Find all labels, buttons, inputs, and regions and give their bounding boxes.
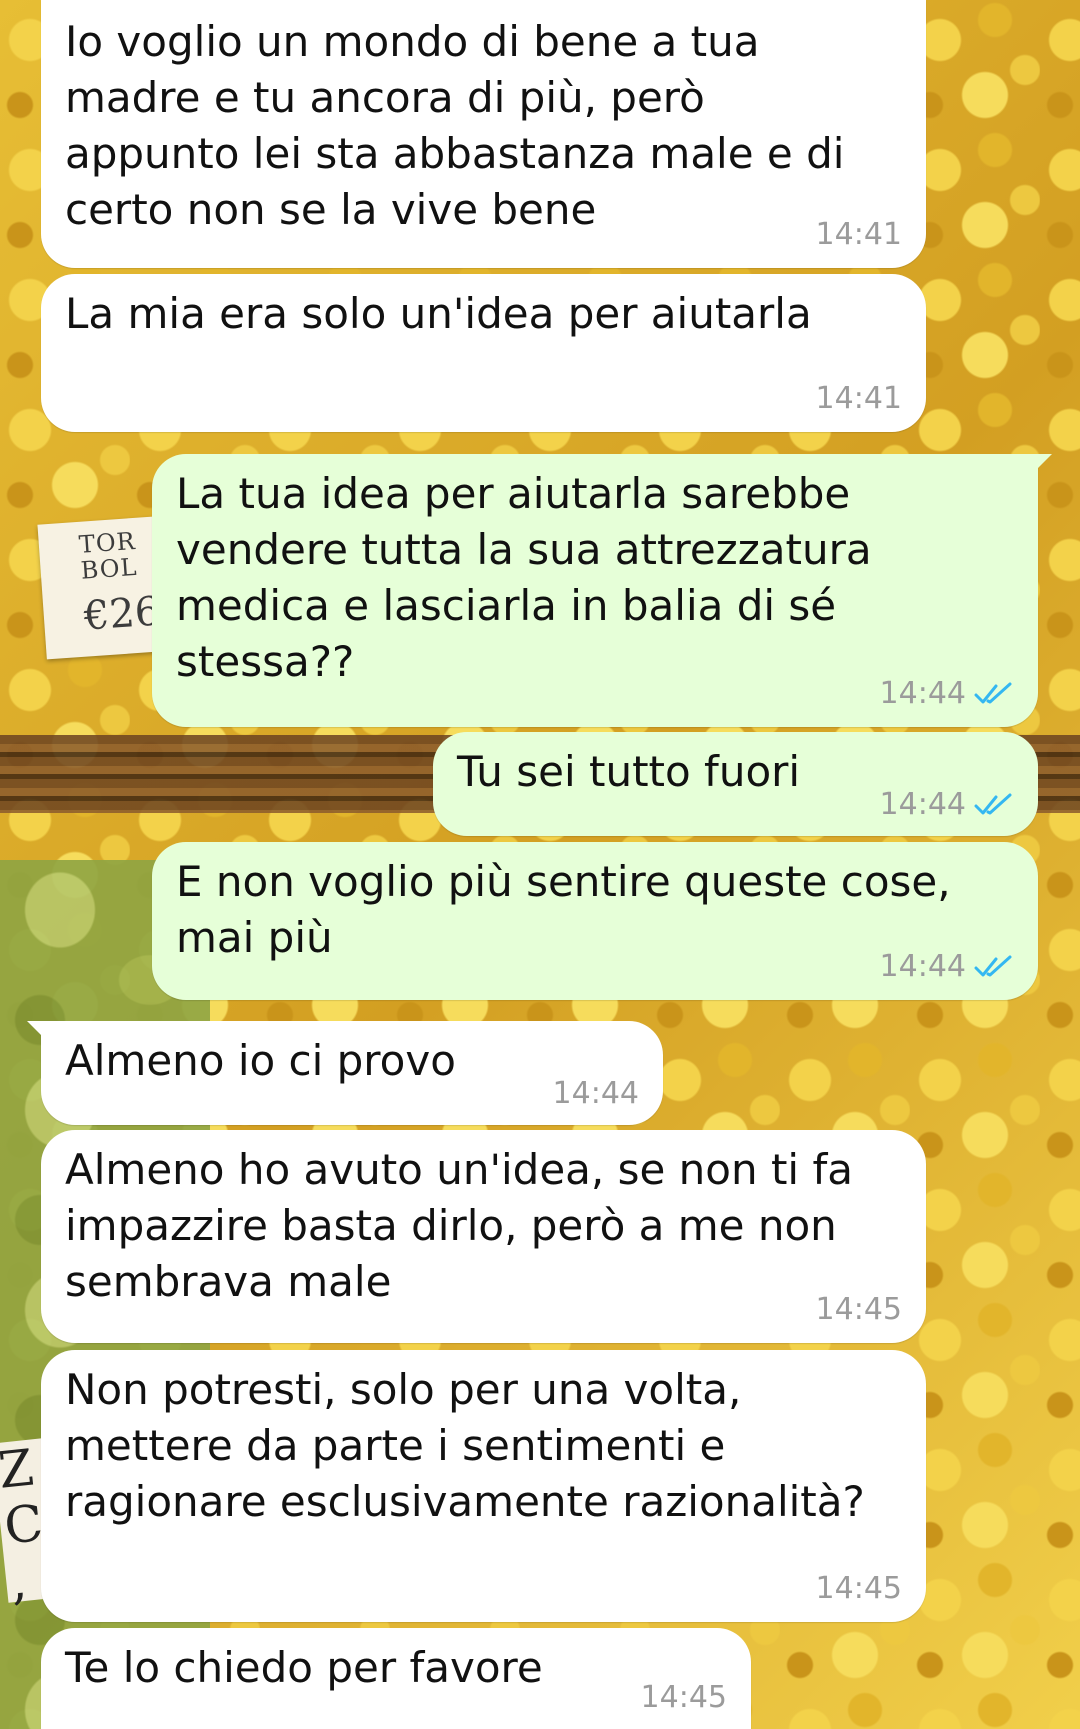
message-meta: 14:41 bbox=[816, 382, 902, 416]
message-text: Almeno ho avuto un'idea, se non ti fa im… bbox=[65, 1145, 853, 1306]
outgoing-message[interactable]: Tu sei tutto fuori 14:44 bbox=[433, 732, 1038, 836]
message-thread[interactable]: Io voglio un mondo di bene a tua madre e… bbox=[0, 0, 1080, 1729]
message-meta: 14:45 bbox=[816, 1572, 902, 1606]
message-time: 14:45 bbox=[815, 1292, 902, 1327]
message-text: Non potresti, solo per una volta, metter… bbox=[65, 1365, 865, 1526]
incoming-message[interactable]: Io voglio un mondo di bene a tua madre e… bbox=[41, 0, 926, 268]
message-meta: 14:41 bbox=[816, 218, 902, 252]
read-ticks-icon bbox=[974, 793, 1012, 815]
incoming-message[interactable]: Te lo chiedo per favore 14:45 bbox=[41, 1628, 751, 1729]
incoming-message[interactable]: Almeno io ci provo 14:44 bbox=[27, 1021, 663, 1125]
message-time: 14:45 bbox=[815, 1571, 902, 1606]
message-text: La tua idea per aiutarla sarebbe vendere… bbox=[176, 469, 872, 686]
message-time: 14:44 bbox=[879, 676, 966, 711]
read-ticks-icon bbox=[974, 682, 1012, 704]
message-meta: 14:45 bbox=[816, 1293, 902, 1327]
message-text: Io voglio un mondo di bene a tua madre e… bbox=[65, 17, 845, 234]
message-meta: 14:44 bbox=[880, 950, 1014, 984]
message-time: 14:41 bbox=[815, 217, 902, 252]
message-time: 14:44 bbox=[879, 949, 966, 984]
read-ticks-icon bbox=[974, 955, 1012, 977]
outgoing-message[interactable]: E non voglio più sentire queste cose, ma… bbox=[152, 842, 1038, 1000]
message-time: 14:44 bbox=[552, 1076, 639, 1111]
message-text: La mia era solo un'idea per aiutarla bbox=[65, 289, 812, 338]
outgoing-message[interactable]: La tua idea per aiutarla sarebbe vendere… bbox=[152, 454, 1052, 727]
message-text: Te lo chiedo per favore bbox=[65, 1643, 543, 1692]
message-meta: 14:44 bbox=[553, 1077, 639, 1111]
message-meta: 14:45 bbox=[641, 1681, 727, 1715]
message-time: 14:45 bbox=[640, 1680, 727, 1715]
message-meta: 14:44 bbox=[880, 788, 1014, 822]
message-meta: 14:44 bbox=[880, 677, 1014, 711]
incoming-message[interactable]: Non potresti, solo per una volta, metter… bbox=[41, 1350, 926, 1622]
incoming-message[interactable]: Almeno ho avuto un'idea, se non ti fa im… bbox=[41, 1130, 926, 1343]
message-time: 14:41 bbox=[815, 381, 902, 416]
message-time: 14:44 bbox=[879, 787, 966, 822]
incoming-message[interactable]: La mia era solo un'idea per aiutarla 14:… bbox=[41, 274, 926, 432]
